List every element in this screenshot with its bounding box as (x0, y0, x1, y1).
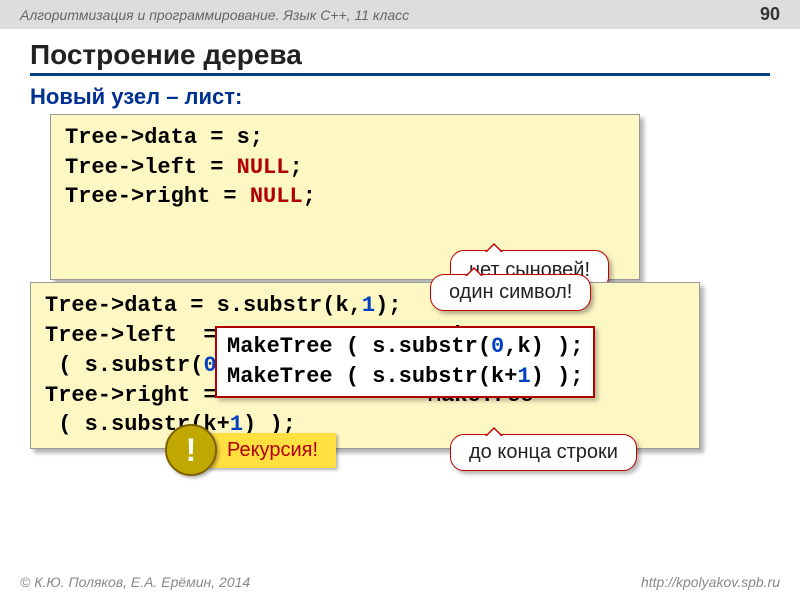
code-line: Tree->data = s.substr(k, (45, 293, 362, 318)
copyright: © К.Ю. Поляков, Е.А. Ерёмин, 2014 (20, 574, 250, 590)
code-line: Tree->left = (65, 155, 237, 180)
section1-heading: Новый узел – лист: (30, 84, 770, 110)
course-name: Алгоритмизация и программирование. Язык … (20, 7, 409, 23)
page-number: 90 (760, 4, 780, 25)
warning-icon: ! (165, 424, 217, 476)
code-line: Tree->data = s; (65, 125, 263, 150)
keyword-null: NULL (237, 155, 290, 180)
footer-url: http://kpolyakov.spb.ru (641, 574, 780, 590)
number-literal: 0 (491, 334, 504, 359)
callout-end-of-string: до конца строки (450, 434, 637, 471)
header-bar: Алгоритмизация и программирование. Язык … (0, 0, 800, 29)
recursion-note: ! Рекурсия! (165, 424, 336, 476)
overlay-maketree: MakeTree ( s.substr(0,k) ); MakeTree ( s… (215, 326, 595, 397)
callout-one-char: один символ! (430, 274, 591, 311)
content: Новый узел – лист: Tree->data = s; Tree-… (0, 84, 800, 449)
keyword-null: NULL (250, 184, 303, 209)
number-literal: 1 (362, 293, 375, 318)
number-literal: 1 (517, 364, 530, 389)
footer: © К.Ю. Поляков, Е.А. Ерёмин, 2014 http:/… (0, 568, 800, 600)
code-block-leaf: Tree->data = s; Tree->left = NULL; Tree-… (50, 114, 640, 280)
code-line: Tree->right = (65, 184, 250, 209)
code-line: ( s.substr( (45, 353, 203, 378)
recursion-label: Рекурсия! (207, 433, 336, 468)
page-title: Построение дерева (30, 39, 770, 76)
